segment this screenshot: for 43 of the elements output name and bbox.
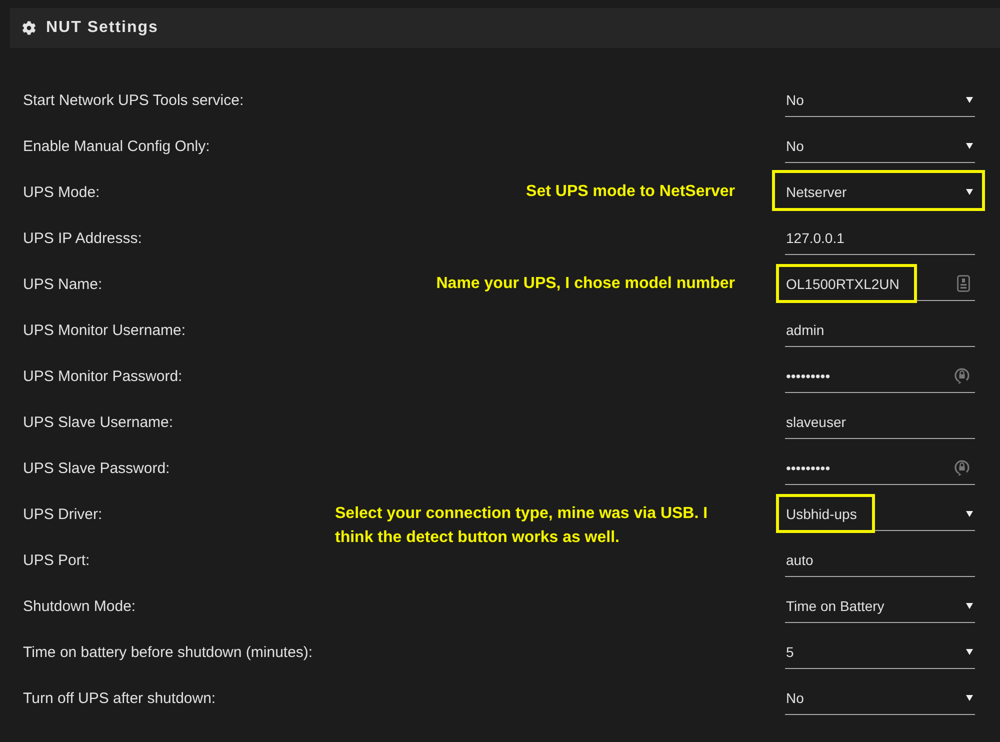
text-field[interactable]: OL1500RTXL2UN (785, 267, 975, 301)
caret-icon (966, 142, 973, 148)
circled-lock-icon[interactable] (954, 459, 970, 476)
setting-label: Enable Manual Config Only: (23, 138, 210, 154)
text-field[interactable]: auto (785, 543, 975, 577)
select-field[interactable]: 5 (785, 635, 975, 669)
select-field[interactable]: Time on Battery (785, 589, 975, 623)
setting-label: UPS Slave Password: (23, 460, 170, 476)
setting-label: UPS Monitor Password: (23, 368, 182, 384)
setting-label: UPS Slave Username: (23, 414, 174, 430)
select-field[interactable]: No (785, 83, 975, 117)
text-field[interactable]: admin (785, 313, 975, 347)
setting-label: UPS Name: (23, 276, 102, 292)
caret-icon (966, 602, 973, 608)
caret-icon (966, 510, 973, 516)
text-field[interactable]: 127.0.0.1 (785, 221, 975, 255)
setting-label: Turn off UPS after shutdown: (23, 690, 216, 706)
setting-label: UPS Monitor Username: (23, 322, 186, 338)
annotation-note: Select your connection type, mine was via USB. I think the detect button works as well. (335, 504, 709, 548)
card-icon[interactable] (957, 275, 970, 292)
circled-lock-icon[interactable] (954, 367, 970, 384)
setting-label: Time on battery before shutdown (minutes): (23, 644, 313, 660)
setting-label: Start Network UPS Tools service: (23, 92, 244, 108)
select-field[interactable]: No (785, 681, 975, 715)
select-field[interactable]: Usbhid-ups (785, 497, 975, 531)
password-field[interactable]: ••••••••• (785, 359, 975, 393)
select-field[interactable]: Netserver (785, 175, 975, 209)
caret-icon (966, 96, 973, 102)
password-field[interactable]: ••••••••• (785, 451, 975, 485)
gear-icon (22, 21, 36, 35)
annotation-note: Name your UPS, I chose model number (436, 274, 735, 294)
setting-label: UPS IP Addresss: (23, 230, 142, 246)
panel-title: NUT Settings (46, 19, 158, 37)
select-field[interactable]: No (785, 129, 975, 163)
caret-icon (966, 188, 973, 194)
annotation-note: Set UPS mode to NetServer (526, 182, 735, 202)
setting-label: UPS Port: (23, 552, 90, 568)
setting-label: UPS Mode: (23, 184, 100, 200)
text-field[interactable]: slaveuser (785, 405, 975, 439)
caret-icon (966, 648, 973, 654)
setting-label: Shutdown Mode: (23, 598, 136, 614)
caret-icon (966, 694, 973, 700)
setting-label: UPS Driver: (23, 506, 102, 522)
